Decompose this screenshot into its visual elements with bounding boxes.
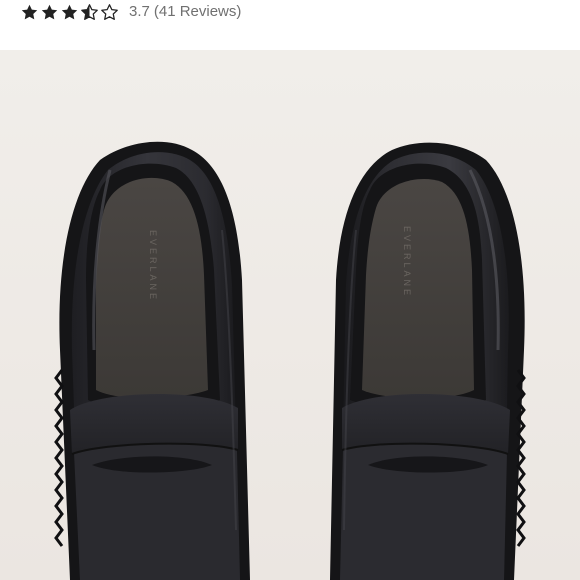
star-full-icon	[61, 4, 78, 19]
right-loafer: EVERLANE	[330, 142, 526, 580]
product-image[interactable]: EVERLANE EVERLANE	[0, 50, 580, 580]
star-full-icon	[41, 4, 58, 19]
rating-value: 3.7	[129, 3, 150, 20]
star-full-icon	[21, 4, 38, 19]
star-empty-icon	[101, 3, 118, 20]
left-loafer: EVERLANE	[54, 141, 250, 580]
loafer-pair-illustration: EVERLANE EVERLANE	[0, 50, 580, 580]
review-count-link[interactable]: (41 Reviews)	[154, 3, 242, 20]
insole-logo-left: EVERLANE	[148, 230, 158, 302]
product-page: 3.7 (41 Reviews) EVERLANE EVERLANE	[0, 0, 580, 580]
insole-logo-right: EVERLANE	[402, 226, 412, 298]
rating-summary[interactable]: 3.7 (41 Reviews)	[129, 3, 241, 21]
star-rating[interactable]	[20, 2, 119, 22]
rating-bar: 3.7 (41 Reviews)	[0, 0, 580, 50]
star-half-icon	[81, 3, 98, 20]
